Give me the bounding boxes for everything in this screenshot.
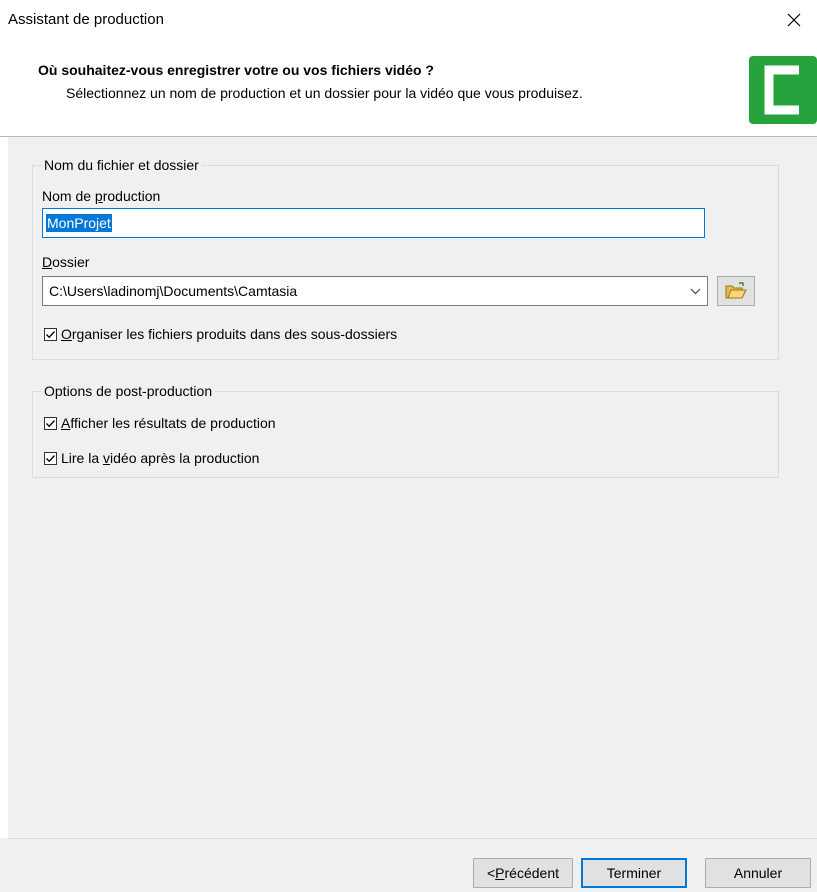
close-icon bbox=[787, 13, 801, 27]
previous-button[interactable]: < Précédent bbox=[473, 858, 573, 888]
camtasia-c-icon bbox=[764, 65, 799, 115]
title-bar: Assistant de production bbox=[0, 0, 817, 40]
organize-subfolders-label: Organiser les fichiers produits dans des… bbox=[61, 326, 398, 342]
folder-label: Dossier bbox=[42, 254, 90, 270]
header-title: Où souhaitez-vous enregistrer votre ou v… bbox=[38, 62, 434, 78]
chevron-down-icon[interactable] bbox=[683, 277, 707, 305]
play-video-checkbox[interactable]: Lire la vidéo après la production bbox=[44, 450, 259, 466]
checkmark-icon bbox=[46, 330, 55, 338]
folder-combobox[interactable]: C:\Users\ladinomj\Documents\Camtasia bbox=[42, 276, 708, 306]
browse-folder-button[interactable] bbox=[717, 276, 755, 306]
organize-subfolders-checkbox[interactable]: Organiser les fichiers produits dans des… bbox=[44, 326, 397, 342]
checkmark-icon bbox=[46, 454, 55, 462]
show-results-label: Afficher les résultats de production bbox=[61, 415, 276, 431]
post-production-legend: Options de post-production bbox=[41, 383, 216, 399]
play-video-label: Lire la vidéo après la production bbox=[61, 450, 260, 466]
content-panel: Nom du fichier et dossier Nom de product… bbox=[8, 137, 817, 838]
header-subtitle: Sélectionnez un nom de production et un … bbox=[66, 85, 583, 101]
checkmark-icon bbox=[46, 419, 55, 427]
checkbox-box bbox=[44, 451, 57, 465]
close-button[interactable] bbox=[771, 0, 817, 40]
checkbox-box bbox=[44, 416, 57, 430]
footer-separator bbox=[8, 838, 817, 839]
checkbox-box bbox=[44, 327, 57, 341]
camtasia-logo bbox=[749, 56, 817, 124]
wizard-footer bbox=[0, 838, 817, 892]
folder-icon bbox=[725, 282, 747, 299]
production-name-input[interactable]: MonProjet bbox=[42, 208, 705, 238]
folder-value: C:\Users\ladinomj\Documents\Camtasia bbox=[49, 283, 298, 299]
show-results-checkbox[interactable]: Afficher les résultats de production bbox=[44, 415, 276, 431]
production-name-value: MonProjet bbox=[46, 214, 112, 232]
window-title: Assistant de production bbox=[8, 11, 164, 28]
file-folder-legend: Nom du fichier et dossier bbox=[41, 157, 202, 173]
production-name-label: Nom de production bbox=[42, 188, 161, 204]
wizard-header: Où souhaitez-vous enregistrer votre ou v… bbox=[0, 40, 817, 136]
cancel-button[interactable]: Annuler bbox=[705, 858, 811, 888]
finish-button[interactable]: Terminer bbox=[581, 858, 687, 888]
